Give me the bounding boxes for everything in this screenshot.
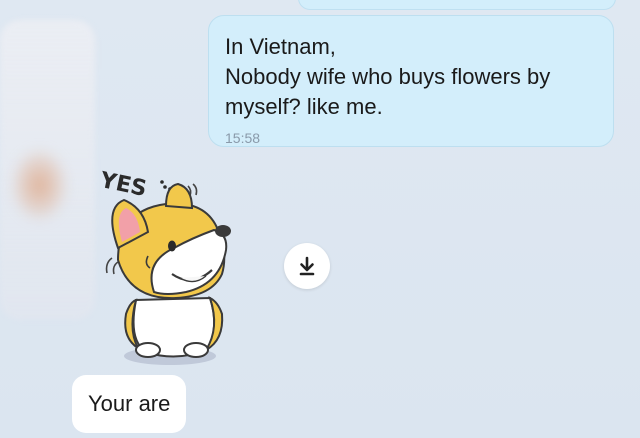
chat-area[interactable]: In Vietnam, Nobody wife who buys flowers… [0,0,640,438]
download-button[interactable] [284,243,330,289]
incoming-message-text: Your are [88,391,171,416]
corgi-sticker[interactable]: YES [96,160,246,372]
message-line: myself? like me. [225,94,383,119]
incoming-message-bubble[interactable]: Your are [72,375,187,433]
message-line: Nobody wife who buys flowers by [225,64,551,89]
download-icon [299,256,315,276]
corgi-sticker-icon: YES [97,168,231,365]
outgoing-message-bubble[interactable]: In Vietnam, Nobody wife who buys flowers… [208,15,614,147]
message-line: In Vietnam, [225,34,336,59]
previous-message-bubble[interactable] [298,0,616,10]
message-timestamp: 15:58 [225,130,261,146]
blurred-avatar [12,150,67,220]
sticker-caption: YES [97,168,149,202]
